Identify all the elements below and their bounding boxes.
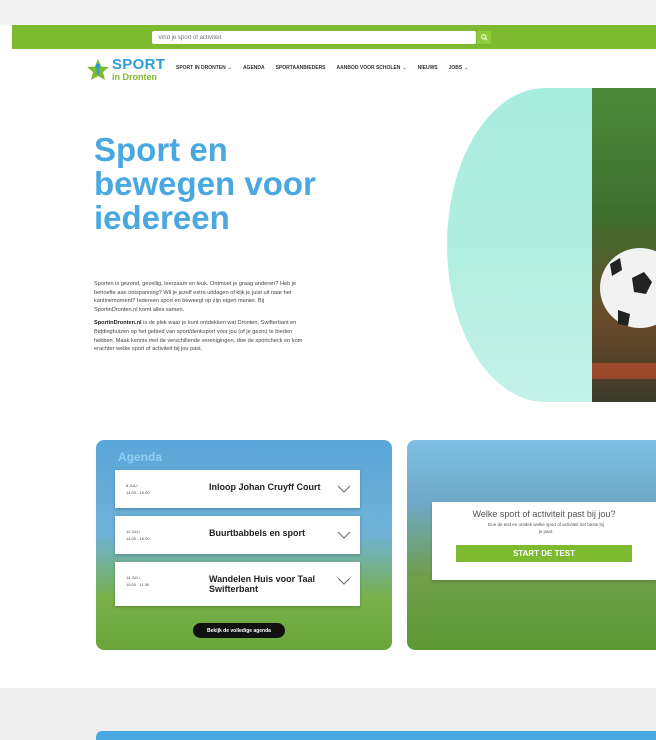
event-date: 8 JULI 14.00 - 16.00 xyxy=(126,482,150,496)
nav-item-nieuws[interactable]: NIEUWS xyxy=(418,65,438,71)
hero-title-line: bewegen voor xyxy=(94,165,316,202)
agenda-event[interactable]: 14 JULI 10.00 - 11.00 Wandelen Huis voor … xyxy=(115,562,360,606)
hero-title-line: iedereen xyxy=(94,199,230,236)
hero-paragraph-1: Sporten is gezond, gezellig, leerzaam en… xyxy=(94,281,297,313)
event-date: 14 JULI 10.00 - 11.00 xyxy=(126,574,149,588)
brand-name: SportinDronten.nl xyxy=(94,320,142,327)
chevron-down-icon[interactable] xyxy=(337,575,351,587)
nav-item-jobs[interactable]: JOBS ⌄ xyxy=(449,65,469,71)
event-title: Wandelen Huis voor Taal Swifterbant xyxy=(209,574,316,594)
hero-paragraph-2: SportinDronten.nl is de plek waar je kun… xyxy=(94,319,308,353)
star-figure-icon xyxy=(87,59,109,80)
agenda-event[interactable]: 12 JULI 14.00 - 16.00 Buurtbabbels en spo… xyxy=(115,516,360,554)
sport-test-description: Doe de test en ontdek welke sport of act… xyxy=(487,522,605,534)
sport-test-box: Welke sport of activiteit past bij jou? … xyxy=(432,502,656,580)
nav-item-sportaanbieders[interactable]: SPORTAANBIEDERS xyxy=(276,65,326,71)
event-day: 12 JULI xyxy=(126,529,140,534)
nav-item-aanbod-voor-scholen[interactable]: AANBOD VOOR SCHOLEN ⌄ xyxy=(337,65,407,71)
browser-top-gap xyxy=(0,0,656,25)
event-day: 8 JULI xyxy=(126,483,138,488)
chevron-down-icon: ⌄ xyxy=(464,65,469,71)
search-button[interactable] xyxy=(477,31,491,44)
hero-intro: Sporten is gezond, gezellig, leerzaam en… xyxy=(94,280,308,359)
event-date: 12 JULI 14.00 - 16.00 xyxy=(126,528,150,542)
nav-item-agenda[interactable]: AGENDA xyxy=(243,65,265,71)
event-time: 14.00 - 16.00 xyxy=(126,536,150,541)
event-time: 14.00 - 16.00 xyxy=(126,490,150,495)
event-time: 10.00 - 11.00 xyxy=(126,582,150,587)
footer-blue-section xyxy=(96,731,656,740)
nav-item-sport-in-dronten[interactable]: SPORT IN DRONTEN ⌄ xyxy=(176,65,232,71)
full-agenda-button[interactable]: Bekijk de volledige agenda xyxy=(193,623,285,638)
agenda-title: Agenda xyxy=(118,450,163,464)
event-title: Buurtbabbels en sport xyxy=(209,528,306,538)
nav-label: AGENDA xyxy=(242,65,265,71)
chevron-down-icon[interactable] xyxy=(337,483,351,495)
soccer-ball-icon xyxy=(592,248,656,379)
start-test-button[interactable]: START DE TEST xyxy=(456,545,632,562)
search-icon xyxy=(480,34,488,41)
hero-photo-soccer-ball xyxy=(592,88,656,402)
agenda-event[interactable]: 8 JULI 14.00 - 16.00 Inloop Johan Cruyff … xyxy=(115,470,360,508)
chevron-down-icon: ⌄ xyxy=(402,65,407,71)
nav-label: SPORT IN DRONTEN xyxy=(176,65,226,71)
sport-test-question: Welke sport of activiteit past bij jou? xyxy=(472,509,616,519)
sport-test-card: Welke sport of activiteit past bij jou? … xyxy=(407,440,656,650)
search-input[interactable] xyxy=(152,31,476,44)
site-logo[interactable]: SPORT in Dronten xyxy=(86,56,166,84)
hero-title: Sport en bewegen voor iedereen xyxy=(94,133,354,235)
nav-label: SPORTAANBIEDERS xyxy=(275,65,326,71)
chevron-down-icon[interactable] xyxy=(337,529,351,541)
nav-label: JOBS xyxy=(448,65,463,71)
nav-label: NIEUWS xyxy=(417,65,438,71)
agenda-card: Agenda 8 JULI 14.00 - 16.00 Inloop Johan … xyxy=(96,440,392,650)
logo-word-in-dronten: in Dronten xyxy=(112,72,157,82)
main-navigation: SPORT IN DRONTEN ⌄ AGENDA SPORTAANBIEDERS… xyxy=(176,65,468,71)
event-title: Inloop Johan Cruyff Court xyxy=(209,482,321,492)
chevron-down-icon: ⌄ xyxy=(227,65,232,71)
event-day: 14 JULI xyxy=(126,575,140,580)
logo-word-sport: SPORT xyxy=(112,56,166,73)
hero-title-line: Sport en xyxy=(94,131,228,168)
nav-label: AANBOD VOOR SCHOLEN xyxy=(336,65,401,71)
